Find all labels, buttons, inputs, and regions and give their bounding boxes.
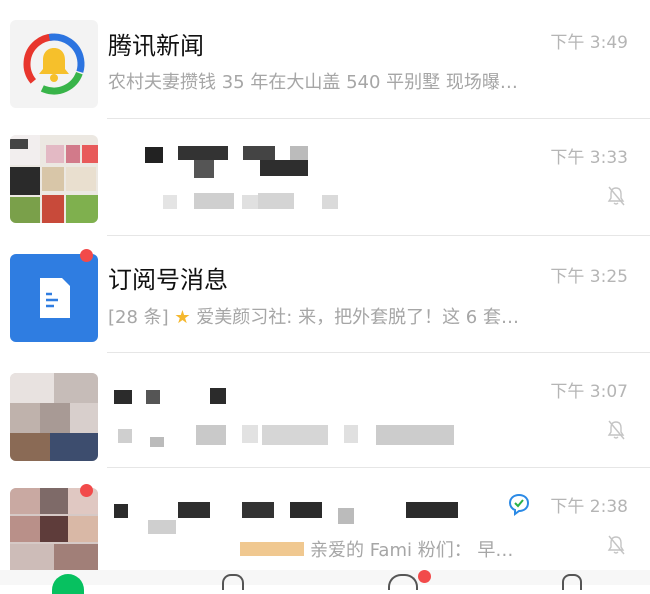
subscription-document-icon [10,254,98,342]
pixelated-title-block [210,388,226,404]
pixelated-title-block [338,508,354,524]
pixelated-preview-block [196,425,226,445]
pixelated-title-block [114,504,128,518]
mute-bell-icon [607,535,625,555]
message-count: [28 条] [108,307,169,328]
tab-chats-icon[interactable] [52,574,84,594]
emoji-strip [240,542,304,556]
pixelated-title-block [146,390,160,404]
bottom-tab-bar [0,570,650,594]
pixelated-preview-block [344,425,358,443]
pixelated-title-block [290,502,322,518]
mute-bell-icon [607,186,625,206]
pixelated-preview-block [163,195,177,209]
pixelated-preview-block [242,425,258,443]
star-icon: ★ [174,307,191,328]
pixelated-title-block [145,147,163,163]
tab-me-icon[interactable] [562,574,582,590]
blurred-avatar [10,135,98,223]
pixelated-title-block [260,160,308,176]
chat-item-tencent-news[interactable]: 腾讯新闻 下午 3:49 农村夫妻攒钱 35 年在大山盖 540 平别墅 现场曝… [0,0,650,119]
pixelated-title-block [178,146,228,160]
pixelated-title-block [194,160,214,178]
pixelated-preview-block [150,437,164,447]
discover-badge-dot [418,570,431,583]
chat-time: 下午 3:49 [550,33,628,53]
tab-discover-icon[interactable] [388,574,418,590]
pixelated-preview-block [322,195,338,209]
tencent-news-logo-icon [10,20,98,108]
chat-time: 下午 3:25 [550,267,628,287]
chat-preview: 亲爱的 Fami 粉们： 早… [310,540,514,561]
preview-text: 爱美颜习社: 来，把外套脱了！这 6 套… [196,307,519,328]
chat-preview: [28 条] ★ 爱美颜习社: 来，把外套脱了！这 6 套… [108,303,519,329]
pixelated-preview-block [262,425,328,445]
pixelated-title-block [114,390,132,404]
mute-bell-icon [607,420,625,440]
chat-title: 腾讯新闻 [108,32,204,60]
pixelated-preview-block [242,195,258,209]
blurred-avatar [10,373,98,461]
pixelated-title-block [242,502,274,518]
unread-dot [80,484,93,497]
pixelated-preview-block [376,425,454,445]
pixelated-title-block [290,146,308,160]
pixelated-preview-block [194,193,234,209]
chat-item-4[interactable]: 下午 3:07 [0,353,650,468]
unread-dot [80,249,93,262]
chat-item-2[interactable]: 下午 3:33 [0,119,650,236]
chat-item-5[interactable]: 亲爱的 Fami 粉们： 早… 下午 2:38 [0,468,650,570]
chat-preview: 农村夫妻攒钱 35 年在大山盖 540 平别墅 现场曝… [108,72,518,93]
blurred-group-avatar [10,488,98,570]
pixelated-preview-block [118,429,132,443]
chat-item-subscriptions[interactable]: 订阅号消息 下午 3:25 [28 条] ★ 爱美颜习社: 来，把外套脱了！这 … [0,236,650,353]
chat-list: 腾讯新闻 下午 3:49 农村夫妻攒钱 35 年在大山盖 540 平别墅 现场曝… [0,0,650,585]
chat-time: 下午 3:33 [550,148,628,168]
tab-contacts-icon[interactable] [222,574,244,590]
pixelated-title-block [178,502,210,518]
pixelated-preview-block [258,193,294,209]
pixelated-preview-block [148,520,176,534]
chat-time: 下午 2:38 [550,497,628,517]
chat-title: 订阅号消息 [108,266,228,294]
pixelated-title-block [406,502,458,518]
read-receipt-icon [508,493,530,516]
chat-time: 下午 3:07 [550,382,628,402]
pixelated-title-block [243,146,275,160]
